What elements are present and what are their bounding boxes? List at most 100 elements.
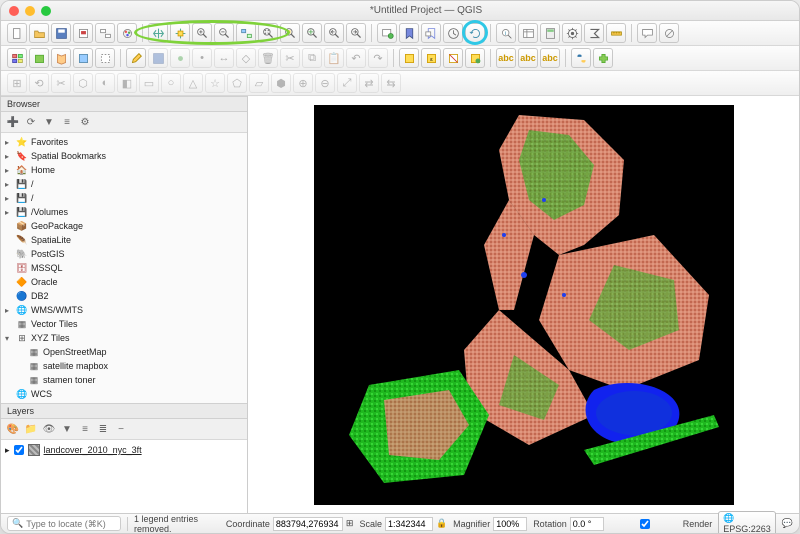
browser-tree[interactable]: ▸⭐Favorites▸🔖Spatial Bookmarks▸🏠Home▸💾/▸…: [1, 133, 247, 403]
zoom-last-button[interactable]: [324, 23, 344, 43]
lock-scale-icon[interactable]: 🔒: [436, 518, 447, 529]
adv-digitize-10[interactable]: ☆: [205, 73, 225, 93]
cut-button[interactable]: ✂: [280, 48, 300, 68]
add-layer-icon[interactable]: ➕: [5, 114, 21, 130]
digitize-button[interactable]: •: [192, 48, 212, 68]
new-bookmark-button[interactable]: [399, 23, 419, 43]
locator-search[interactable]: 🔍: [7, 516, 121, 531]
adv-digitize-9[interactable]: △: [183, 73, 203, 93]
label-button[interactable]: abc: [496, 48, 516, 68]
adv-digitize-2[interactable]: ⟲: [29, 73, 49, 93]
browser-item[interactable]: 🪶SpatiaLite: [1, 233, 247, 247]
new-geopackage-button[interactable]: [29, 48, 49, 68]
add-group-icon[interactable]: 📁: [23, 421, 39, 437]
select-features-button[interactable]: [399, 48, 419, 68]
field-calculator-button[interactable]: [540, 23, 560, 43]
browser-item[interactable]: ▸💾/Volumes: [1, 205, 247, 219]
no-action-button[interactable]: [659, 23, 679, 43]
adv-digitize-12[interactable]: ▱: [249, 73, 269, 93]
manage-themes-icon[interactable]: 👁: [41, 421, 57, 437]
adv-digitize-7[interactable]: ▭: [139, 73, 159, 93]
expand-all-icon[interactable]: ≡: [77, 421, 93, 437]
layer-visibility-checkbox[interactable]: [14, 445, 24, 455]
zoom-in-button[interactable]: [192, 23, 212, 43]
expand-arrow-icon[interactable]: ▸: [5, 306, 13, 315]
rotation-input[interactable]: [570, 517, 604, 531]
browser-item[interactable]: ▸💾/: [1, 191, 247, 205]
layer-row[interactable]: ▸ landcover_2010_nyc_3ft: [1, 442, 247, 458]
select-by-value-button[interactable]: ε: [421, 48, 441, 68]
measure-button[interactable]: [606, 23, 626, 43]
new-print-layout-button[interactable]: [73, 23, 93, 43]
pan-to-selection-button[interactable]: [170, 23, 190, 43]
browser-item[interactable]: 🔶Oracle: [1, 275, 247, 289]
identify-button[interactable]: i: [496, 23, 516, 43]
show-bookmarks-button[interactable]: [421, 23, 441, 43]
label-toolbar-button[interactable]: abc: [540, 48, 560, 68]
adv-digitize-1[interactable]: ⊞: [7, 73, 27, 93]
adv-digitize-18[interactable]: ⇆: [381, 73, 401, 93]
new-spatialite-button[interactable]: [73, 48, 93, 68]
expand-arrow-icon[interactable]: ▾: [5, 334, 13, 343]
new-project-button[interactable]: [7, 23, 27, 43]
browser-item[interactable]: ▾⊞XYZ Tiles: [1, 331, 247, 345]
layer-styling-icon[interactable]: 🎨: [5, 421, 21, 437]
remove-layer-icon[interactable]: −: [113, 421, 129, 437]
refresh-button[interactable]: [465, 23, 485, 43]
deselect-all-button[interactable]: [443, 48, 463, 68]
scale-input[interactable]: [385, 517, 433, 531]
extents-icon[interactable]: ⊞: [346, 518, 354, 529]
browser-item[interactable]: 🌐WCS: [1, 387, 247, 401]
paste-button[interactable]: 📋: [324, 48, 344, 68]
zoom-window-button[interactable]: [41, 6, 51, 16]
browser-item[interactable]: ▸🔖Spatial Bookmarks: [1, 149, 247, 163]
save-project-button[interactable]: [51, 23, 71, 43]
browser-item[interactable]: 🗄MSSQL: [1, 261, 247, 275]
open-project-button[interactable]: [29, 23, 49, 43]
zoom-to-selection-button[interactable]: [280, 23, 300, 43]
maptips-button[interactable]: [637, 23, 657, 43]
browser-item[interactable]: ▸💾/: [1, 177, 247, 191]
save-edits-button[interactable]: [148, 48, 168, 68]
messages-icon[interactable]: 💬: [782, 518, 793, 529]
expand-arrow-icon[interactable]: ▸: [5, 166, 13, 175]
zoom-native-button[interactable]: [236, 23, 256, 43]
render-checkbox[interactable]: [610, 519, 680, 529]
properties-icon[interactable]: ⚙: [77, 114, 93, 130]
filter-legend-icon[interactable]: ▼: [59, 421, 75, 437]
collapse-all-icon[interactable]: ≡: [59, 114, 75, 130]
adv-digitize-15[interactable]: ⊖: [315, 73, 335, 93]
select-by-location-button[interactable]: [465, 48, 485, 68]
expand-arrow-icon[interactable]: ▸: [5, 180, 13, 189]
adv-digitize-3[interactable]: ✂: [51, 73, 71, 93]
collapse-layers-icon[interactable]: ≣: [95, 421, 111, 437]
adv-digitize-17[interactable]: ⇄: [359, 73, 379, 93]
adv-digitize-16[interactable]: ⤢: [337, 73, 357, 93]
data-source-manager-button[interactable]: [7, 48, 27, 68]
minimize-window-button[interactable]: [25, 6, 35, 16]
browser-item[interactable]: ▦OpenStreetMap: [1, 345, 247, 359]
map-canvas[interactable]: [248, 96, 799, 513]
move-feature-button[interactable]: ↔: [214, 48, 234, 68]
browser-item[interactable]: 🔵DB2: [1, 289, 247, 303]
browser-item[interactable]: ▦stamen toner: [1, 373, 247, 387]
browser-item[interactable]: ▦satellite mapbox: [1, 359, 247, 373]
expand-arrow-icon[interactable]: ▸: [5, 445, 10, 456]
filter-browser-icon[interactable]: ▼: [41, 114, 57, 130]
new-virtual-layer-button[interactable]: [95, 48, 115, 68]
edit-toggle-button[interactable]: [126, 48, 146, 68]
adv-digitize-14[interactable]: ⊕: [293, 73, 313, 93]
add-feature-button[interactable]: [170, 48, 190, 68]
open-attribute-table-button[interactable]: [518, 23, 538, 43]
pan-button[interactable]: [148, 23, 168, 43]
undo-button[interactable]: ↶: [346, 48, 366, 68]
plugins-button[interactable]: [593, 48, 613, 68]
browser-item[interactable]: 🐘PostGIS: [1, 247, 247, 261]
close-window-button[interactable]: [9, 6, 19, 16]
toolbox-button[interactable]: [562, 23, 582, 43]
refresh-browser-icon[interactable]: ⟳: [23, 114, 39, 130]
vertex-tool-button[interactable]: ◇: [236, 48, 256, 68]
adv-digitize-5[interactable]: ◐: [95, 73, 115, 93]
adv-digitize-11[interactable]: ⬠: [227, 73, 247, 93]
browser-item[interactable]: 📦GeoPackage: [1, 219, 247, 233]
